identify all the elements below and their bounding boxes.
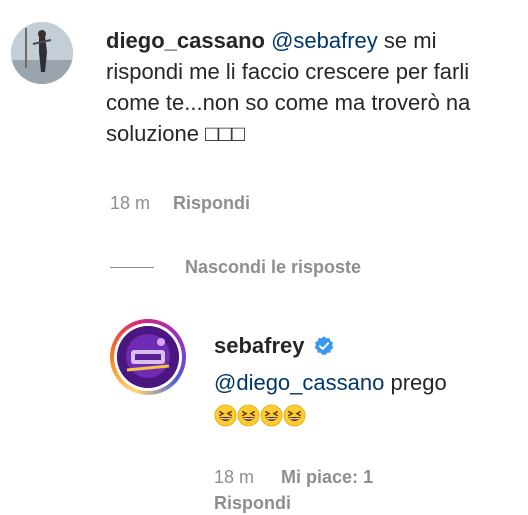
divider-line bbox=[110, 267, 154, 268]
reply-body: prego bbox=[384, 370, 447, 395]
grinning-squinting-face-emoji-icon bbox=[283, 404, 306, 427]
reply-meta: 18 m Mi piace: 1 Rispondi bbox=[214, 465, 373, 515]
reply-time[interactable]: 18 m bbox=[214, 467, 254, 487]
hide-replies-button[interactable]: Nascondi le risposte bbox=[110, 257, 361, 278]
reply-button[interactable]: Rispondi bbox=[173, 193, 250, 213]
grinning-squinting-face-emoji-icon bbox=[260, 404, 283, 427]
avatar[interactable] bbox=[11, 22, 73, 84]
reply-username-row: sebafrey bbox=[214, 333, 335, 359]
story-ring-avatar[interactable] bbox=[110, 319, 186, 395]
emoji-row bbox=[214, 404, 306, 427]
comment-mention[interactable]: @sebafrey bbox=[271, 28, 378, 53]
grinning-squinting-face-emoji-icon bbox=[214, 404, 237, 427]
likes-count[interactable]: Mi piace: 1 bbox=[281, 467, 373, 487]
reply-mention[interactable]: @diego_cassano bbox=[214, 370, 384, 395]
comment-text: diego_cassano @sebafrey se mi rispondi m… bbox=[106, 25, 516, 149]
user-photo bbox=[117, 326, 179, 388]
grinning-squinting-face-emoji-icon bbox=[237, 404, 260, 427]
avatar bbox=[117, 326, 179, 388]
reply-text: @diego_cassano prego bbox=[214, 367, 514, 398]
hide-replies-label: Nascondi le risposte bbox=[185, 257, 362, 277]
reply-username[interactable]: sebafrey bbox=[214, 333, 305, 359]
verified-badge-icon bbox=[314, 336, 333, 356]
reply-button[interactable]: Rispondi bbox=[214, 491, 373, 515]
comment-meta: 18 m Rispondi bbox=[110, 193, 250, 214]
comment-username[interactable]: diego_cassano bbox=[106, 28, 265, 53]
comment-time[interactable]: 18 m bbox=[110, 193, 150, 213]
user-photo bbox=[11, 22, 73, 84]
